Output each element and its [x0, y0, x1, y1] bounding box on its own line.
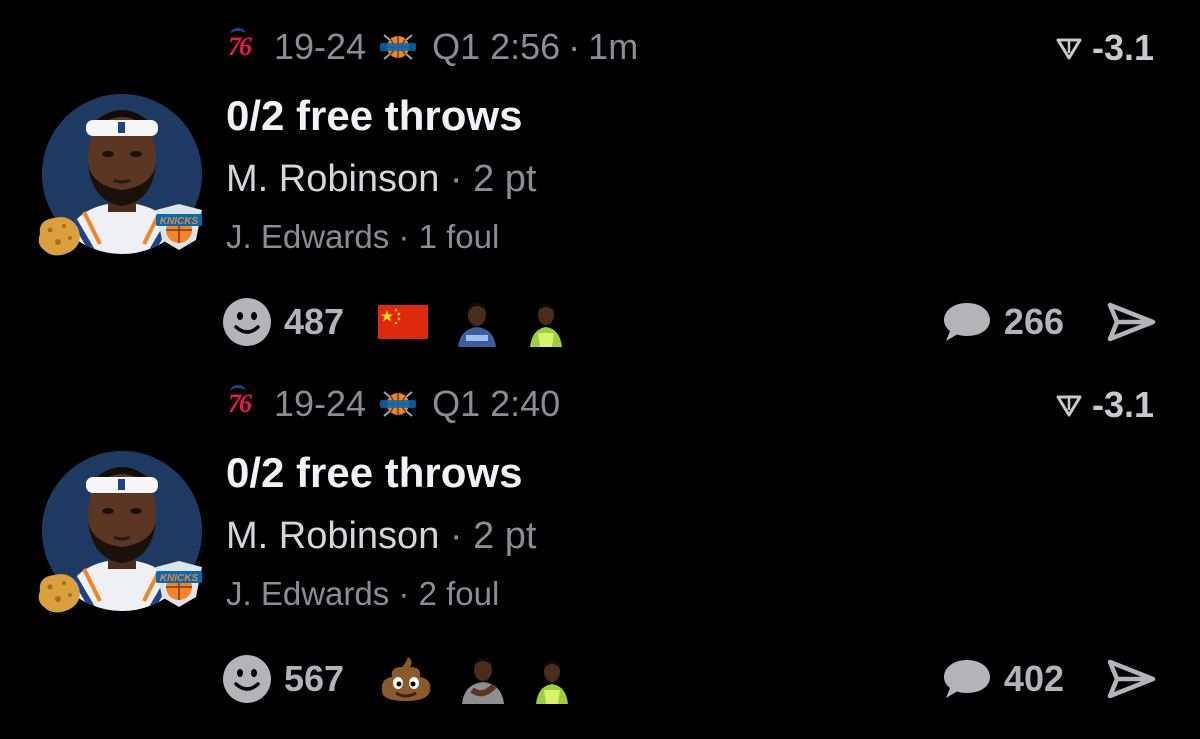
reaction-list	[378, 297, 590, 347]
knicks-logo-icon	[380, 34, 417, 60]
poop-emoji-icon[interactable]	[378, 655, 434, 703]
defender-line: J. Edwards · 1 foul	[226, 218, 499, 256]
svg-text:KNICKS: KNICKS	[160, 216, 199, 227]
player-photo-reaction-icon[interactable]	[526, 297, 566, 347]
player-line: M. Robinson · 2 pt	[226, 515, 537, 558]
sixers-logo-icon: 76	[226, 28, 262, 64]
smiley-face-icon	[223, 298, 271, 346]
svg-text:KNICKS: KNICKS	[160, 573, 199, 584]
player-photo-reaction-icon[interactable]	[458, 654, 508, 704]
smiley-face-icon	[223, 655, 271, 703]
china-flag-icon[interactable]	[378, 305, 429, 339]
comments-button[interactable]: 402	[942, 657, 1064, 701]
dot-separator: ·	[449, 515, 463, 557]
defender-line: J. Edwards · 2 foul	[226, 575, 499, 613]
reaction-row: 567	[222, 653, 596, 705]
player-name[interactable]: M. Robinson	[226, 158, 439, 200]
defender-stat: 2 foul	[418, 575, 500, 612]
odds-value: -3.1	[1091, 27, 1154, 68]
nugget-emoji-icon	[38, 217, 80, 256]
player-photo-reaction-icon[interactable]	[452, 297, 502, 347]
player-stat: 2 pt	[473, 158, 537, 200]
odds-value: -3.1	[1091, 384, 1154, 425]
reaction-list	[378, 654, 596, 704]
play-headline: 0/2 free throws	[226, 449, 523, 496]
play-headline: 0/2 free throws	[226, 92, 523, 139]
speech-bubble-icon	[943, 660, 990, 698]
play-feed: 76 19-24 Q1 2:56 · 1m -3.1 KNICKS 0/2 fr…	[0, 0, 1200, 739]
reaction-row: 487	[222, 296, 590, 348]
feed-post[interactable]: 76 19-24 Q1 2:40 -3.1 KNICKS 0/2 free th…	[0, 357, 1200, 714]
knicks-logo-icon	[380, 391, 417, 417]
knicks-team-badge-icon: KNICKS	[156, 561, 202, 607]
player-stat: 2 pt	[473, 515, 537, 557]
reaction-count: 567	[284, 658, 345, 699]
feed-post[interactable]: 76 19-24 Q1 2:56 · 1m -3.1 KNICKS 0/2 fr…	[0, 0, 1200, 357]
defender-stat: 1 foul	[418, 218, 500, 255]
post-actions: 402	[942, 653, 1156, 705]
game-clock: Q1 2:40	[432, 383, 561, 424]
knicks-team-badge-icon: KNICKS	[156, 204, 202, 250]
add-reaction-button[interactable]: 567	[222, 654, 344, 704]
player-name[interactable]: M. Robinson	[226, 515, 439, 557]
player-line: M. Robinson · 2 pt	[226, 158, 537, 201]
game-meta: 76 19-24 Q1 2:56 · 1m	[226, 24, 638, 70]
share-send-icon[interactable]	[1106, 657, 1156, 701]
add-reaction-button[interactable]: 487	[222, 297, 344, 347]
triangle-down-icon	[1056, 38, 1082, 60]
defender-name[interactable]: J. Edwards	[226, 218, 389, 255]
score-record: 19-24	[274, 26, 367, 67]
defender-name[interactable]: J. Edwards	[226, 575, 389, 612]
sixers-logo-icon: 76	[226, 385, 262, 421]
dot-separator: ·	[398, 575, 410, 612]
odds-indicator[interactable]: -3.1	[1054, 383, 1154, 427]
post-age: 1m	[588, 26, 639, 67]
comment-count: 266	[1003, 301, 1064, 342]
dot-separator: ·	[398, 218, 410, 255]
game-clock: Q1 2:56	[432, 26, 561, 67]
dot-separator: ·	[449, 158, 463, 200]
nugget-emoji-icon	[38, 574, 80, 613]
comments-button[interactable]: 266	[942, 300, 1064, 344]
share-send-icon[interactable]	[1106, 300, 1156, 344]
speech-bubble-icon	[943, 303, 990, 341]
dot-separator: ·	[568, 26, 581, 67]
post-actions: 266	[942, 296, 1156, 348]
comment-count: 402	[1003, 658, 1064, 699]
odds-indicator[interactable]: -3.1	[1054, 26, 1154, 70]
reaction-count: 487	[284, 301, 345, 342]
game-meta: 76 19-24 Q1 2:40	[226, 381, 560, 427]
score-record: 19-24	[274, 383, 367, 424]
player-photo-reaction-icon[interactable]	[532, 654, 572, 704]
triangle-down-icon	[1056, 395, 1082, 417]
